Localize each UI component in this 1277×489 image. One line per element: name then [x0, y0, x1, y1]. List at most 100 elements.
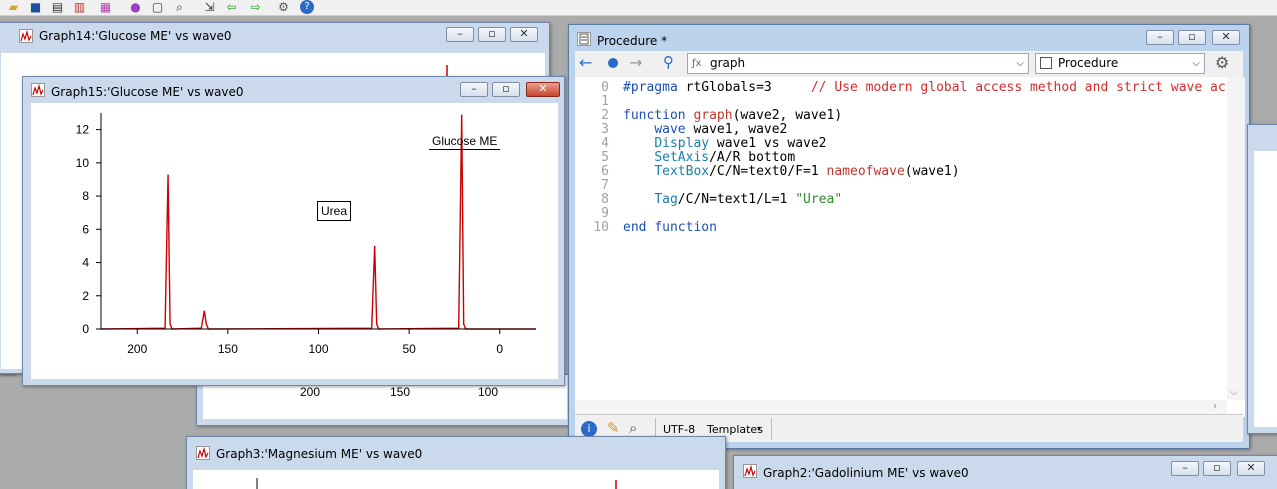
- minimize-button[interactable]: –: [1146, 30, 1174, 45]
- x-tick-label: 150: [218, 342, 238, 356]
- magnifier-icon[interactable]: ⌕: [629, 419, 637, 437]
- window-title: Graph14:'Glucose ME' vs wave0: [39, 29, 232, 43]
- graph14-x-tick-100: 100: [478, 385, 499, 399]
- main-toolbar: ▰ ■ ▤ ▥ ▦ ● ▢ ⌕ ⇲ ⇦ ⇨ ⚙ ?: [0, 0, 1277, 16]
- close-button[interactable]: ✕: [1212, 30, 1240, 45]
- line-number: 8: [601, 192, 609, 207]
- back-arrow-icon[interactable]: ⇦: [224, 0, 239, 14]
- layout-icon[interactable]: ▢: [150, 0, 165, 14]
- chevron-right-icon[interactable]: ›: [1213, 401, 1217, 412]
- forward-arrow-icon[interactable]: →: [629, 53, 642, 72]
- right-partial-window: [1247, 124, 1277, 434]
- encoding-label[interactable]: UTF-8: [663, 423, 695, 436]
- y-tick-label: 2: [82, 289, 89, 303]
- line-number: 1: [601, 94, 609, 109]
- line-number: 4: [601, 136, 609, 151]
- chevron-down-icon[interactable]: ⌵: [1230, 387, 1238, 398]
- x-tick-label: 200: [127, 342, 147, 356]
- forward-arrow-icon[interactable]: ⇨: [248, 0, 263, 14]
- code-text: Display wave1 vs wave2: [654, 136, 827, 151]
- line-number: 10: [593, 220, 609, 235]
- maximize-button[interactable]: ▫: [492, 82, 520, 97]
- x-tick-label: 100: [308, 342, 328, 356]
- x-tick-label: 50: [402, 342, 416, 356]
- graph15-titlebar[interactable]: Graph15:'Glucose ME' vs wave0 – ▫ ✕: [23, 77, 564, 103]
- glucose-textbox[interactable]: Glucose ME: [429, 133, 501, 150]
- code-editor[interactable]: 0 #pragma rtGlobals=3 // Use modern globa…: [575, 77, 1245, 417]
- pencil-icon[interactable]: ✎: [607, 419, 620, 437]
- graph15-window[interactable]: Graph15:'Glucose ME' vs wave0 – ▫ ✕ 0 2 4 6…: [22, 76, 565, 386]
- line-number: 2: [601, 108, 609, 123]
- chevron-down-icon: ⌵: [1016, 58, 1024, 69]
- line-number: 9: [601, 206, 609, 221]
- line-number: 6: [601, 164, 609, 179]
- scope-combo-value: Procedure: [1058, 56, 1119, 70]
- graph-window-icon: [196, 446, 210, 460]
- y-tick-label: 10: [76, 156, 90, 170]
- urea-tag[interactable]: Urea: [317, 201, 352, 221]
- maximize-button[interactable]: ▫: [478, 27, 506, 42]
- graph3-window[interactable]: Graph3:'Magnesium ME' vs wave0: [186, 436, 726, 489]
- minimize-button[interactable]: –: [1171, 461, 1199, 476]
- chevron-down-icon: ⌵: [1192, 58, 1200, 69]
- line-number: 5: [601, 150, 609, 165]
- export-icon[interactable]: ⇲: [202, 0, 217, 14]
- templates-menu[interactable]: Templates: [707, 423, 763, 436]
- location-pin-icon[interactable]: ⚲: [663, 53, 674, 71]
- code-text: wave wave1, wave2: [654, 122, 788, 137]
- back-arrow-icon[interactable]: ←: [579, 53, 592, 72]
- window-title: Graph3:'Magnesium ME' vs wave0: [216, 447, 423, 461]
- line-number: 0: [601, 80, 609, 95]
- maximize-button[interactable]: ▫: [1203, 461, 1231, 476]
- function-combo-value: graph: [710, 56, 746, 70]
- close-button[interactable]: ✕: [510, 27, 538, 42]
- procedure-window-icon: [577, 32, 591, 46]
- vertical-scrollbar[interactable]: ⌵: [1227, 77, 1245, 400]
- procedure-icon: [1040, 57, 1052, 69]
- y-tick-label: 6: [82, 222, 89, 236]
- open-folder-icon[interactable]: ▰: [6, 0, 21, 14]
- search-icon[interactable]: ⌕: [172, 0, 187, 14]
- procedure-toolbar: ← → ⚲ ƒx graph ⌵ Procedure ⌵ ⚙: [575, 51, 1243, 77]
- line-number: 3: [601, 122, 609, 137]
- close-button[interactable]: ✕: [1237, 461, 1265, 476]
- code-text: Tag/C/N=text1/L=1 "Urea": [654, 192, 843, 207]
- minimize-button[interactable]: –: [446, 27, 474, 42]
- save-icon[interactable]: ■: [28, 0, 43, 14]
- graph-window-icon: [19, 29, 33, 43]
- info-icon[interactable]: i: [581, 421, 597, 437]
- procedure-titlebar[interactable]: Procedure * – ▫ ✕: [569, 25, 1249, 51]
- code-text: end function: [623, 220, 717, 235]
- graph14-x-tick-150: 150: [390, 385, 411, 399]
- function-combo[interactable]: ƒx graph ⌵: [687, 53, 1029, 74]
- graph14-titlebar[interactable]: Graph14:'Glucose ME' vs wave0 – ▫ ✕: [0, 23, 549, 49]
- help-icon[interactable]: ?: [300, 0, 314, 14]
- y-tick-label: 8: [82, 189, 89, 203]
- line-number: 7: [601, 178, 609, 193]
- code-text: function graph(wave2, wave1): [623, 108, 843, 123]
- window-title: Graph15:'Glucose ME' vs wave0: [51, 85, 244, 99]
- graph14-x-tick-200: 200: [300, 385, 321, 399]
- color-icon[interactable]: ●: [128, 0, 143, 14]
- maximize-button[interactable]: ▫: [1178, 30, 1206, 45]
- graph15-plot-area: 0 2 4 6 8 10 12 200 150 100 50 0 Glucose ME Urea: [31, 103, 558, 379]
- y-tick-label: 0: [82, 322, 89, 336]
- graph-window-icon: [743, 464, 757, 478]
- table-icon[interactable]: ▦: [98, 0, 113, 14]
- scope-combo[interactable]: Procedure ⌵: [1035, 53, 1205, 74]
- code-text: #pragma rtGlobals=3 // Use modern global…: [623, 80, 1226, 95]
- record-dot-icon[interactable]: [608, 58, 618, 68]
- divider: [771, 418, 772, 440]
- gear-icon[interactable]: ⚙: [1215, 53, 1229, 72]
- print-icon[interactable]: ▤: [50, 0, 65, 14]
- graph2-window[interactable]: Graph2:'Gadolinium ME' vs wave0 – ▫ ✕: [733, 455, 1277, 489]
- graph-icon[interactable]: ▥: [72, 0, 87, 14]
- settings-icon[interactable]: ⚙: [276, 0, 291, 14]
- close-button[interactable]: ✕: [526, 82, 560, 97]
- y-tick-label: 4: [82, 256, 89, 270]
- y-tick-label: 12: [76, 123, 90, 137]
- x-tick-label: 0: [496, 342, 503, 356]
- minimize-button[interactable]: –: [460, 82, 488, 97]
- window-title: Graph2:'Gadolinium ME' vs wave0: [763, 466, 969, 480]
- procedure-window[interactable]: Procedure * – ▫ ✕ ← → ⚲ ƒx graph ⌵ Proce…: [568, 24, 1250, 449]
